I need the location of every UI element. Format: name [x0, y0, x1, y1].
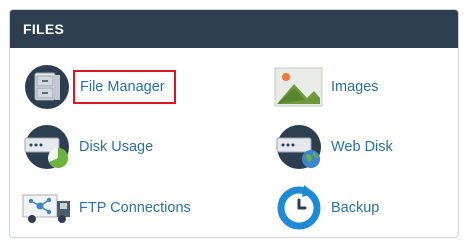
- images-label: Images: [331, 79, 379, 95]
- panel-header: FILES: [10, 10, 458, 48]
- ftp-connections-link[interactable]: FTP Connections: [22, 185, 191, 231]
- disk-usage-label: Disk Usage: [79, 139, 154, 155]
- web-disk-label: Web Disk: [331, 139, 393, 155]
- disk-usage-link[interactable]: Disk Usage: [22, 124, 153, 170]
- disk-usage-icon: [22, 124, 72, 170]
- ftp-truck-icon: [22, 185, 72, 231]
- images-link[interactable]: Images: [274, 64, 379, 110]
- backup-link[interactable]: Backup: [274, 185, 379, 231]
- backup-label: Backup: [331, 200, 380, 216]
- panel-title: FILES: [23, 21, 65, 37]
- image-icon: [274, 64, 324, 110]
- highlight-box: [73, 70, 176, 104]
- web-disk-link[interactable]: Web Disk: [274, 124, 393, 170]
- backup-icon: [274, 185, 324, 231]
- ftp-connections-label: FTP Connections: [79, 200, 191, 216]
- file-cabinet-icon: [22, 64, 72, 110]
- web-disk-icon: [274, 124, 324, 170]
